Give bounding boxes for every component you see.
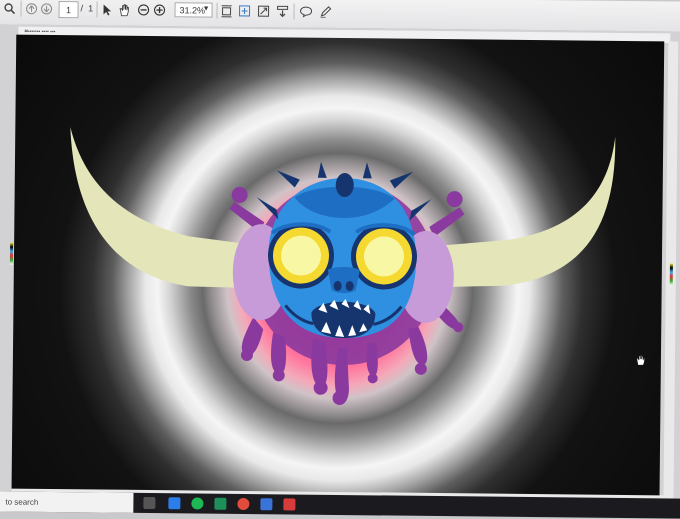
hand-cursor-icon xyxy=(636,353,646,371)
acrobat-icon[interactable] xyxy=(283,498,295,510)
page-total-label: / 1 xyxy=(81,3,94,13)
page-down-icon[interactable] xyxy=(39,0,53,18)
zoom-out-icon[interactable] xyxy=(136,1,150,19)
artwork-canvas xyxy=(12,35,665,497)
toolbar-divider xyxy=(96,1,97,17)
monster-illustration xyxy=(12,35,665,497)
toolbar-divider xyxy=(216,3,217,19)
download-icon[interactable] xyxy=(275,2,289,20)
page-separator: / xyxy=(81,3,84,13)
search-icon[interactable] xyxy=(2,0,16,18)
chrome-icon[interactable] xyxy=(237,498,249,510)
taskbar-search-placeholder: to search xyxy=(5,497,38,506)
toolbar-divider xyxy=(20,1,21,17)
spotify-icon[interactable] xyxy=(191,497,203,509)
comment-icon[interactable] xyxy=(298,3,312,21)
toolbar-divider xyxy=(293,3,294,19)
app-icon[interactable] xyxy=(214,498,226,510)
monitor-screen: 1 / 1 31.2% ▼ xyxy=(0,0,680,518)
task-view-icon[interactable] xyxy=(143,497,155,509)
pen-icon[interactable] xyxy=(318,3,332,21)
zoom-level-value: 31.2% xyxy=(180,5,206,15)
fit-page-icon[interactable] xyxy=(219,2,233,20)
full-screen-icon[interactable] xyxy=(256,2,270,20)
fit-width-icon[interactable] xyxy=(237,2,251,20)
files-icon[interactable] xyxy=(260,498,272,510)
hand-tool-icon[interactable] xyxy=(117,1,131,19)
page-number-input[interactable]: 1 xyxy=(58,1,78,18)
zoom-in-icon[interactable] xyxy=(152,1,166,19)
zoom-level-select[interactable]: 31.2% ▼ xyxy=(174,2,212,17)
color-swatch-strip xyxy=(670,263,673,285)
page-up-icon[interactable] xyxy=(24,0,38,18)
page-total: 1 xyxy=(88,3,93,13)
select-tool-icon[interactable] xyxy=(100,0,114,18)
edge-icon[interactable] xyxy=(168,497,180,509)
color-swatch-strip xyxy=(10,243,13,265)
chevron-down-icon: ▼ xyxy=(203,6,210,13)
